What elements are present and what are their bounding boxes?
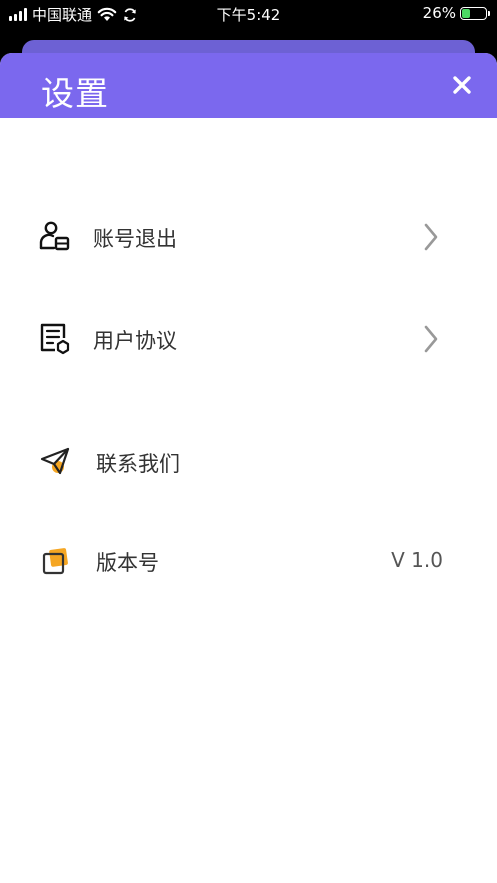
menu-item-contact-us[interactable]: 联系我们 [0,432,497,492]
settings-header: 设置 [0,53,497,118]
page-title: 设置 [41,74,109,113]
menu-item-user-agreement[interactable]: 用户协议 [0,309,497,369]
menu-item-label: 用户协议 [93,329,177,353]
account-logout-icon [39,221,70,251]
battery-icon [460,6,490,20]
paper-plane-icon [40,447,70,475]
menu-item-account-logout[interactable]: 账号退出 [0,207,497,267]
status-bar: 中国联通 下午5:42 26% [0,0,497,30]
close-icon[interactable] [452,75,472,95]
chevron-right-icon [424,223,438,251]
battery-percent: 26% [422,4,456,22]
menu-item-version: 版本号 V 1.0 [0,531,497,591]
version-icon [42,548,68,575]
settings-sheet: 设置 账号退出 用户协议 联系我们 版本号 V 1.0 [0,53,497,883]
menu-item-label: 联系我们 [96,452,180,476]
document-icon [40,323,70,355]
chevron-right-icon [424,325,438,353]
version-value: V 1.0 [391,548,443,572]
menu-item-label: 版本号 [96,551,159,575]
menu-item-label: 账号退出 [93,227,177,251]
